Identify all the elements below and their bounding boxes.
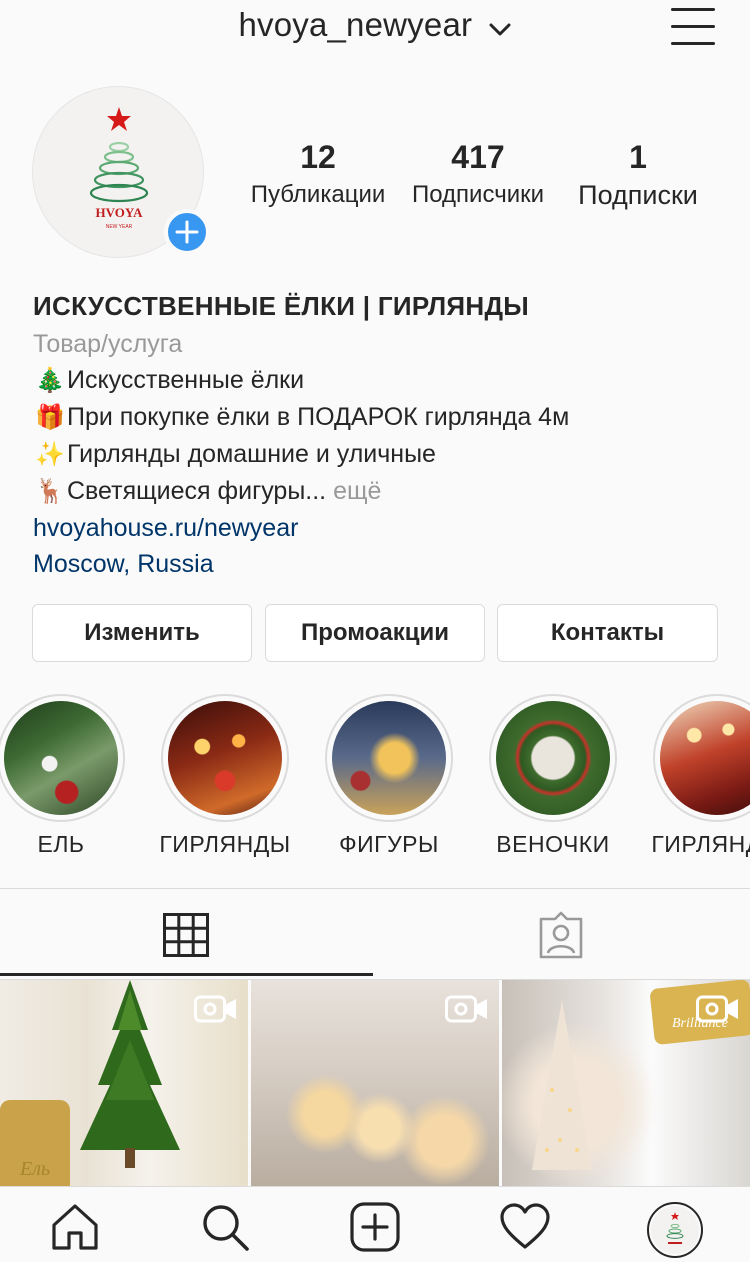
- bottom-navigation: [0, 1186, 750, 1262]
- post-grid: Ель Brilliance: [0, 980, 750, 1186]
- add-story-button[interactable]: [164, 209, 210, 255]
- grid-icon: [163, 913, 209, 957]
- highlight-label: ГИРЛЯНДЫ: [159, 831, 291, 857]
- stat-followers[interactable]: 417 Подписчики: [404, 138, 552, 214]
- hamburger-menu-icon[interactable]: [671, 6, 715, 46]
- website-link[interactable]: hvoyahouse.ru/newyear: [33, 510, 723, 546]
- highlight-cover: [4, 701, 118, 815]
- active-tab-indicator: [0, 973, 373, 976]
- post-thumbnail[interactable]: Ель: [0, 980, 248, 1186]
- profile-avatar-nav[interactable]: [647, 1202, 703, 1258]
- tagged-person-icon: [539, 911, 583, 959]
- highlight-item[interactable]: ЕЛЬ: [0, 694, 128, 858]
- christmas-tree-icon: 🎄: [35, 367, 65, 394]
- christmas-tree-image: [80, 980, 180, 1168]
- username-label: hvoya_newyear: [238, 6, 473, 43]
- top-bar: hvoya_newyear: [0, 0, 750, 60]
- bio-line: 🎄Искусственные ёлки: [33, 362, 723, 399]
- bio-line: 🦌Светящиеся фигуры... ещё: [33, 473, 723, 510]
- post-caption: Ель: [20, 1158, 51, 1180]
- deer-icon: 🦌: [35, 478, 65, 505]
- highlight-label: ГИРЛЯНДЫ: [651, 831, 750, 857]
- stat-following[interactable]: 1 Подписки: [566, 138, 710, 214]
- video-icon: [194, 995, 236, 1023]
- svg-text:NEW YEAR: NEW YEAR: [106, 224, 133, 230]
- highlight-label: ВЕНОЧКИ: [496, 831, 610, 857]
- highlight-item[interactable]: ГИРЛЯНДЫ: [158, 694, 292, 858]
- highlight-label: ФИГУРЫ: [339, 831, 439, 857]
- plus-icon: [175, 220, 199, 244]
- stat-following-count: 1: [629, 139, 647, 175]
- search-icon[interactable]: [199, 1201, 251, 1253]
- hvoya-logo: [666, 1212, 684, 1244]
- highlight-item[interactable]: ВЕНОЧКИ: [486, 694, 620, 858]
- location-link[interactable]: Moscow, Russia: [33, 546, 723, 582]
- stat-following-label: Подписки: [578, 180, 698, 210]
- bio-line: ✨Гирлянды домашние и уличные: [33, 436, 723, 473]
- bio-more-link[interactable]: ещё: [333, 477, 381, 505]
- activity-heart-icon[interactable]: [499, 1201, 551, 1253]
- tab-tagged[interactable]: [375, 889, 750, 979]
- video-icon: [696, 995, 738, 1023]
- stat-followers-label: Подписчики: [411, 181, 545, 208]
- post-thumbnail[interactable]: [251, 980, 499, 1186]
- highlight-cover: [660, 701, 750, 815]
- stat-posts-count: 12: [300, 139, 336, 175]
- bio-line: 🎁При покупке ёлки в ПОДАРОК гирлянда 4м: [33, 399, 723, 436]
- stat-posts[interactable]: 12 Публикации: [244, 138, 392, 214]
- chevron-down-icon: [488, 8, 512, 46]
- profile-bio: ИСКУССТВЕННЫЕ ЁЛКИ | ГИРЛЯНДЫ Товар/услу…: [33, 286, 723, 582]
- home-icon[interactable]: [49, 1201, 101, 1253]
- highlight-cover: [168, 701, 282, 815]
- contacts-button[interactable]: Контакты: [497, 604, 718, 662]
- tab-grid[interactable]: [0, 889, 373, 979]
- username-switcher[interactable]: hvoya_newyear: [0, 6, 750, 46]
- stat-posts-label: Публикации: [250, 181, 386, 208]
- new-post-icon[interactable]: [349, 1201, 401, 1253]
- highlight-cover: [332, 701, 446, 815]
- profile-name: ИСКУССТВЕННЫЕ ЁЛКИ | ГИРЛЯНДЫ: [33, 291, 530, 321]
- stat-followers-count: 417: [451, 139, 505, 175]
- post-thumbnail[interactable]: Brilliance: [502, 980, 750, 1186]
- highlight-label: ЕЛЬ: [37, 831, 85, 857]
- profile-tabs: [0, 888, 750, 980]
- gift-icon: 🎁: [35, 404, 65, 431]
- video-icon: [445, 995, 487, 1023]
- sparkles-icon: ✨: [35, 441, 65, 468]
- profile-category: Товар/услуга: [33, 330, 183, 358]
- svg-text:HVOYA: HVOYA: [96, 205, 144, 220]
- highlight-cover: [496, 701, 610, 815]
- highlight-item[interactable]: ФИГУРЫ: [322, 694, 456, 858]
- edit-profile-button[interactable]: Изменить: [32, 604, 252, 662]
- highlight-item[interactable]: ГИРЛЯНДЫ: [650, 694, 750, 858]
- promotions-button[interactable]: Промоакции: [265, 604, 485, 662]
- white-tree-image: [532, 1000, 592, 1170]
